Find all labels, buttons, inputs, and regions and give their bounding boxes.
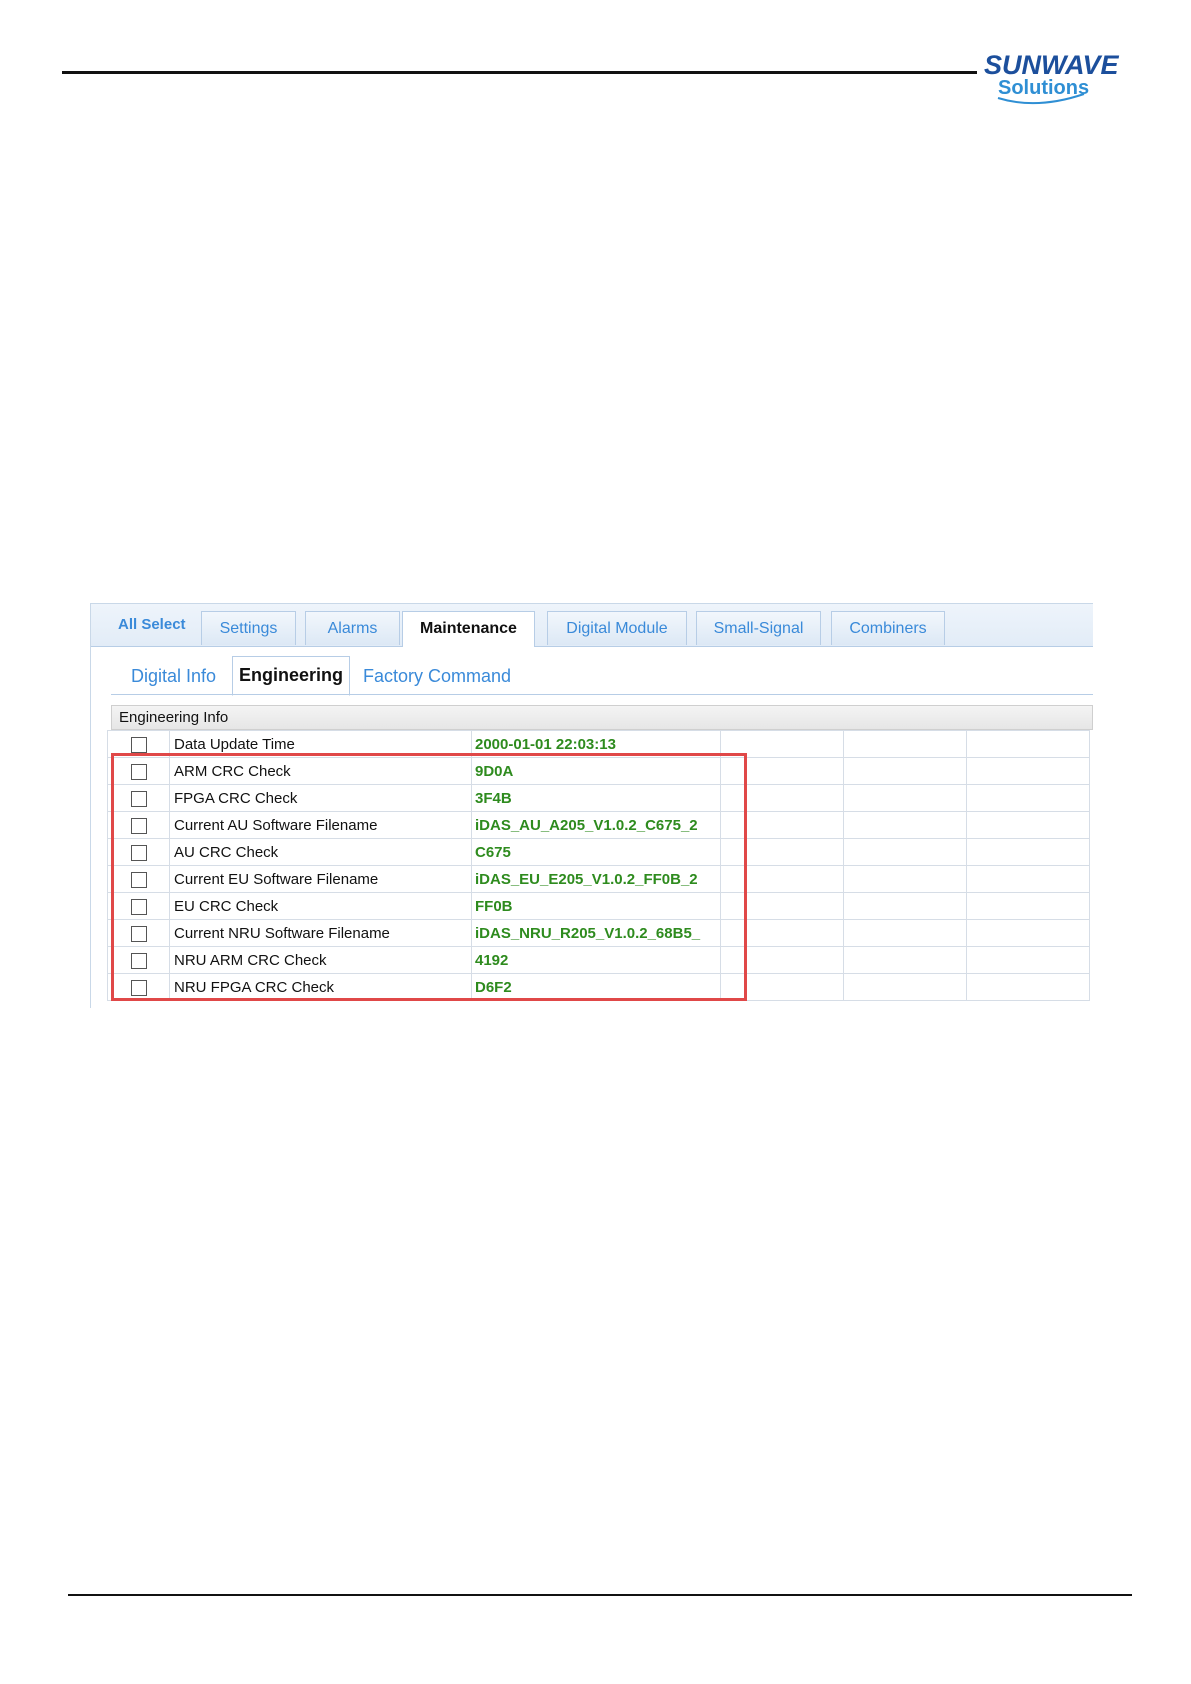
- table-row: Current EU Software Filename iDAS_EU_E20…: [107, 865, 1090, 893]
- subtab-factory-command[interactable]: Factory Command: [363, 658, 511, 694]
- row-name: Current EU Software Filename: [169, 865, 472, 893]
- tab-maintenance[interactable]: Maintenance: [402, 611, 535, 647]
- row-empty-cell: [843, 973, 967, 1001]
- row-empty-cell: [843, 865, 967, 893]
- row-value: 9D0A: [471, 757, 721, 785]
- row-checkbox[interactable]: [130, 790, 147, 807]
- row-checkbox[interactable]: [130, 898, 147, 915]
- row-empty-cell: [966, 811, 1090, 839]
- row-value: 4192: [471, 946, 721, 974]
- row-empty-cell: [966, 946, 1090, 974]
- row-empty-cell: [720, 919, 844, 947]
- row-empty-cell: [720, 838, 844, 866]
- sub-tab-bar: Digital Info Engineering Factory Command: [91, 647, 1093, 697]
- row-name: NRU ARM CRC Check: [169, 946, 472, 974]
- row-name: ARM CRC Check: [169, 757, 472, 785]
- row-name: Current NRU Software Filename: [169, 919, 472, 947]
- row-empty-cell: [966, 865, 1090, 893]
- row-empty-cell: [720, 730, 844, 758]
- row-empty-cell: [720, 784, 844, 812]
- table-row: Current NRU Software Filename iDAS_NRU_R…: [107, 919, 1090, 947]
- row-value: iDAS_AU_A205_V1.0.2_C675_2: [471, 811, 721, 839]
- row-empty-cell: [966, 757, 1090, 785]
- tab-settings[interactable]: Settings: [201, 611, 296, 645]
- row-name: EU CRC Check: [169, 892, 472, 920]
- row-checkbox[interactable]: [130, 952, 147, 969]
- row-value: 3F4B: [471, 784, 721, 812]
- row-empty-cell: [720, 757, 844, 785]
- row-value: iDAS_EU_E205_V1.0.2_FF0B_2: [471, 865, 721, 893]
- table-row: ARM CRC Check 9D0A: [107, 757, 1090, 785]
- row-empty-cell: [843, 946, 967, 974]
- row-checkbox[interactable]: [130, 736, 147, 753]
- subtab-engineering[interactable]: Engineering: [232, 656, 351, 696]
- row-empty-cell: [720, 811, 844, 839]
- row-empty-cell: [720, 865, 844, 893]
- row-empty-cell: [843, 892, 967, 920]
- sunwave-logo: SUNWAVE Solutions: [984, 50, 1120, 105]
- row-checkbox[interactable]: [130, 925, 147, 942]
- row-empty-cell: [843, 784, 967, 812]
- tab-digital-module[interactable]: Digital Module: [547, 611, 687, 645]
- row-name: Data Update Time: [169, 730, 472, 758]
- row-empty-cell: [966, 892, 1090, 920]
- main-tab-bar: All Select Settings Alarms Maintenance D…: [91, 604, 1093, 647]
- row-value: iDAS_NRU_R205_V1.0.2_68B5_: [471, 919, 721, 947]
- table-row: FPGA CRC Check 3F4B: [107, 784, 1090, 812]
- sub-tab-divider: [111, 694, 1093, 695]
- row-empty-cell: [966, 730, 1090, 758]
- row-name: Current AU Software Filename: [169, 811, 472, 839]
- row-empty-cell: [843, 811, 967, 839]
- table-row: EU CRC Check FF0B: [107, 892, 1090, 920]
- row-empty-cell: [843, 919, 967, 947]
- row-checkbox[interactable]: [130, 871, 147, 888]
- row-value: 2000-01-01 22:03:13: [471, 730, 721, 758]
- row-empty-cell: [720, 946, 844, 974]
- row-name: AU CRC Check: [169, 838, 472, 866]
- row-empty-cell: [720, 892, 844, 920]
- row-empty-cell: [966, 838, 1090, 866]
- group-header: Engineering Info: [111, 705, 1093, 730]
- tab-alarms[interactable]: Alarms: [305, 611, 400, 645]
- table-row: Current AU Software Filename iDAS_AU_A20…: [107, 811, 1090, 839]
- row-empty-cell: [843, 730, 967, 758]
- row-value: C675: [471, 838, 721, 866]
- engineering-info-table: Data Update Time 2000-01-01 22:03:13 ARM…: [107, 730, 1090, 1001]
- row-empty-cell: [720, 973, 844, 1001]
- footer-rule: [68, 1594, 1132, 1596]
- subtab-digital-info[interactable]: Digital Info: [131, 658, 216, 694]
- tab-small-signal[interactable]: Small-Signal: [696, 611, 821, 645]
- row-checkbox[interactable]: [130, 817, 147, 834]
- table-row: Data Update Time 2000-01-01 22:03:13: [107, 730, 1090, 758]
- row-empty-cell: [966, 784, 1090, 812]
- row-name: FPGA CRC Check: [169, 784, 472, 812]
- all-select-link[interactable]: All Select: [118, 616, 186, 633]
- logo-brand-line1: SUNWAVE: [984, 50, 1120, 80]
- row-name: NRU FPGA CRC Check: [169, 973, 472, 1001]
- row-checkbox[interactable]: [130, 844, 147, 861]
- row-checkbox[interactable]: [130, 979, 147, 996]
- row-value: FF0B: [471, 892, 721, 920]
- row-empty-cell: [966, 919, 1090, 947]
- row-empty-cell: [843, 757, 967, 785]
- row-value: D6F2: [471, 973, 721, 1001]
- row-empty-cell: [843, 838, 967, 866]
- row-checkbox[interactable]: [130, 763, 147, 780]
- table-row: AU CRC Check C675: [107, 838, 1090, 866]
- row-empty-cell: [966, 973, 1090, 1001]
- table-row: NRU ARM CRC Check 4192: [107, 946, 1090, 974]
- table-row: NRU FPGA CRC Check D6F2: [107, 973, 1090, 1001]
- tab-combiners[interactable]: Combiners: [831, 611, 945, 645]
- maintenance-panel: All Select Settings Alarms Maintenance D…: [90, 603, 1093, 1008]
- header-rule: [62, 71, 977, 74]
